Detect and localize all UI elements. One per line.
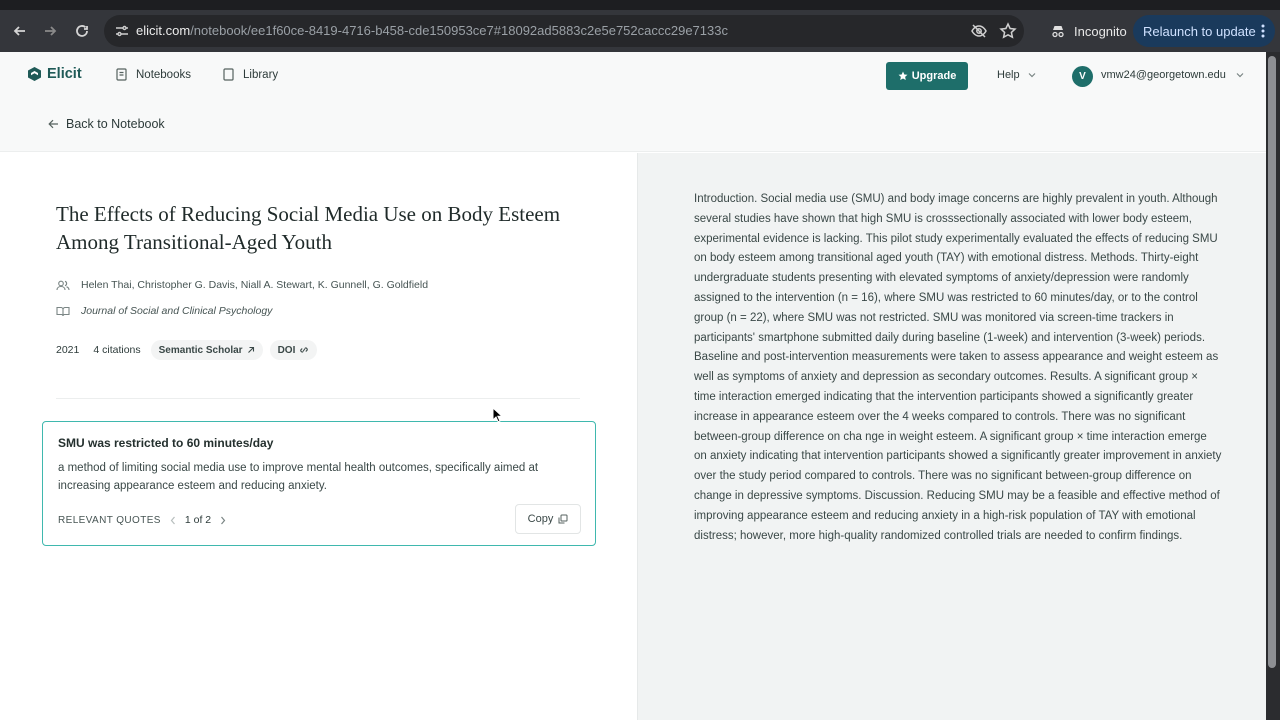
paper-details-panel: The Effects of Reducing Social Media Use… [0,153,637,720]
relevant-quotes-label: RELEVANT QUOTES [58,514,161,526]
more-vertical-icon [1261,24,1265,38]
doi-label: DOI [277,344,296,356]
quote-body: a method of limiting social media use to… [58,462,539,492]
paper-title: The Effects of Reducing Social Media Use… [56,202,561,254]
divider [56,398,580,399]
doi-link[interactable]: DOI [269,340,318,360]
nav-library[interactable]: Library [223,68,278,81]
bookmark-star-icon[interactable] [999,22,1017,40]
quote-heading: SMU was restricted to 60 minutes/day [58,436,274,450]
site-settings-icon[interactable] [114,23,130,39]
external-link-icon [247,346,254,353]
paper-citations: 4 citations [93,344,141,356]
journal-row: Journal of Social and Clinical Psycholog… [56,305,272,317]
url-text: elicit.com/notebook/ee1f60ce-8419-4716-b… [136,23,728,38]
users-icon [56,280,70,290]
incognito-icon [1052,26,1064,38]
back-row: Back to Notebook [0,100,1266,152]
nav-notebooks-label: Notebooks [136,68,191,81]
chevron-left-icon[interactable] [170,516,176,525]
brand-name: Elicit [47,66,82,82]
elicit-logo-icon [28,67,41,81]
upgrade-label: Upgrade [911,70,957,82]
upgrade-button[interactable]: Upgrade [886,62,968,90]
relevant-quote-card[interactable]: SMU was restricted to 60 minutes/day a m… [42,421,596,546]
paper-authors: Helen Thai, Christopher G. Davis, Niall … [81,279,429,291]
copy-icon [558,514,568,524]
nav-library-label: Library [243,68,279,81]
quote-footer: RELEVANT QUOTES 1 of 2 [58,514,226,526]
reload-icon[interactable] [70,19,94,43]
semantic-scholar-link[interactable]: Semantic Scholar [150,340,263,360]
scrollbar-thumb[interactable] [1268,56,1276,668]
app-header: Elicit Notebooks Library Upgrade Help V … [0,52,1266,100]
paper-year: 2021 [56,344,80,356]
user-email: vmw24@georgetown.edu [1101,69,1226,81]
library-icon [223,68,234,81]
help-menu[interactable]: Help [997,69,1036,81]
mouse-cursor-icon [492,407,504,423]
back-to-notebook-link[interactable]: Back to Notebook [48,117,165,131]
nav-notebooks[interactable]: Notebooks [116,68,191,81]
brand-logo[interactable]: Elicit [28,66,82,82]
browser-toolbar: elicit.com/notebook/ee1f60ce-8419-4716-b… [0,10,1280,52]
avatar[interactable]: V [1072,66,1093,87]
address-bar[interactable]: elicit.com/notebook/ee1f60ce-8419-4716-b… [104,15,1024,47]
relaunch-button[interactable]: Relaunch to update [1133,15,1275,47]
paper-abstract: Introduction. Social media use (SMU) and… [694,193,1222,542]
user-menu[interactable]: vmw24@georgetown.edu [1101,69,1244,81]
quote-pager: 1 of 2 [170,514,226,526]
back-label: Back to Notebook [66,117,165,131]
star-icon [898,71,908,80]
relaunch-label: Relaunch to update [1143,23,1256,39]
copy-button[interactable]: Copy [515,504,581,534]
abstract-panel: Introduction. Social media use (SMU) and… [637,153,1266,720]
authors-row: Helen Thai, Christopher G. Davis, Niall … [56,279,428,291]
pager-text: 1 of 2 [184,514,212,526]
back-arrow-icon[interactable] [8,19,32,43]
chevron-right-icon[interactable] [220,516,226,525]
link-icon [300,347,309,353]
copy-label: Copy [527,513,554,525]
browser-tab-strip [0,0,1280,10]
chevron-down-icon [1028,73,1036,78]
incognito-indicator[interactable]: Incognito [1040,15,1139,47]
book-open-icon [56,306,70,316]
forward-arrow-icon[interactable] [38,19,62,43]
help-label: Help [997,69,1020,81]
incognito-label: Incognito [1074,23,1127,39]
eye-off-icon[interactable] [970,22,988,40]
arrow-left-icon [48,119,58,129]
paper-stats: 2021 4 citations Semantic Scholar DOI [56,340,324,360]
semantic-scholar-label: Semantic Scholar [158,344,243,356]
chevron-down-icon [1236,73,1244,78]
paper-journal: Journal of Social and Clinical Psycholog… [81,305,273,317]
notebook-icon [116,68,127,81]
